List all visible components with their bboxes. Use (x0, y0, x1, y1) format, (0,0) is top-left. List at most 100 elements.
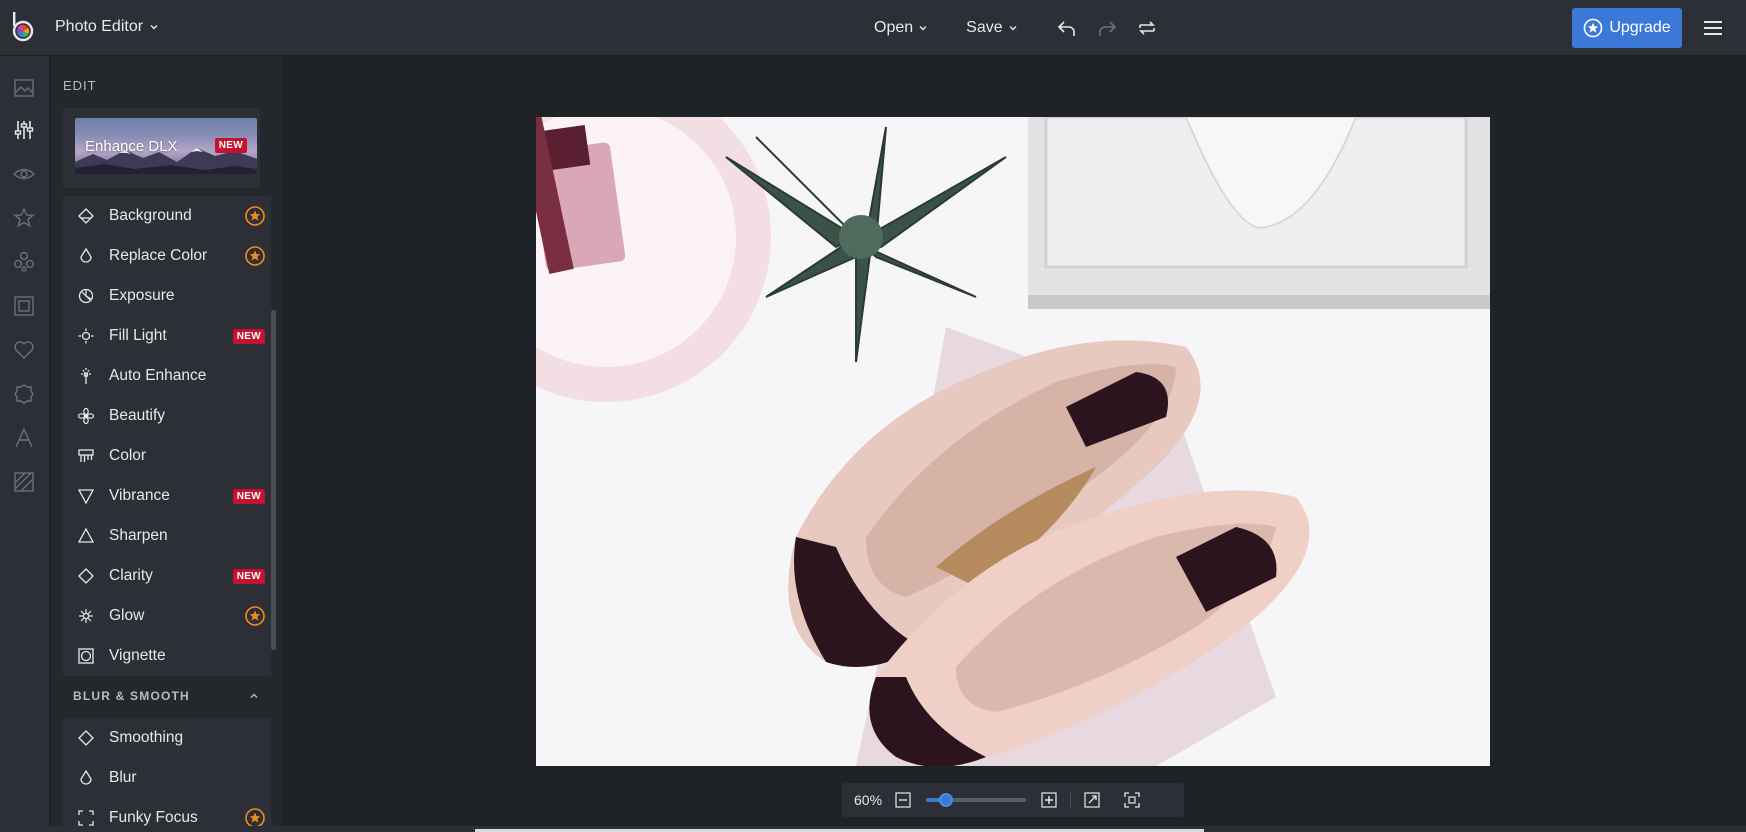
upgrade-button[interactable]: Upgrade (1572, 8, 1682, 48)
sparkle-icon (79, 609, 93, 623)
enhance-dlx-button[interactable]: Enhance DLX NEW (75, 118, 257, 174)
tool-label: Clarity (109, 567, 153, 584)
save-label: Save (966, 19, 1003, 36)
triangle-down-icon (77, 489, 95, 505)
tool-label: Smoothing (109, 729, 184, 746)
blur-tool-list: Smoothing Blur Funky Focus (63, 718, 271, 826)
fit-screen-icon[interactable] (1123, 791, 1141, 809)
drop-icon (80, 769, 92, 785)
tool-sharpen[interactable]: Sharpen (63, 516, 271, 556)
zoom-value: 60% (854, 792, 883, 808)
star-badge-icon (1584, 18, 1603, 38)
tool-label: Glow (109, 607, 145, 624)
edit-panel: EDIT Enhance DLX NEW Background Replace … (51, 56, 281, 826)
tool-label: Fill Light (109, 327, 167, 344)
background-icon (78, 208, 94, 224)
zoom-out-icon[interactable] (894, 791, 912, 809)
drop-icon (80, 247, 92, 263)
tool-blur[interactable]: Blur (63, 758, 271, 798)
chevron-down-icon (1009, 26, 1017, 31)
frame-icon[interactable] (12, 294, 36, 318)
text-icon[interactable] (12, 426, 36, 450)
fit-expand-icon[interactable] (1083, 791, 1101, 809)
heart-icon[interactable] (12, 338, 36, 362)
image-icon[interactable] (12, 76, 36, 100)
new-badge: NEW (232, 329, 265, 344)
tool-vignette[interactable]: Vignette (63, 636, 271, 676)
light-icon (78, 328, 94, 344)
undo-icon[interactable] (1056, 17, 1078, 39)
tool-color[interactable]: Color (63, 436, 271, 476)
tool-label: Vibrance (109, 487, 170, 504)
file-tools: Open Save (874, 14, 1176, 42)
tool-label: Color (109, 447, 147, 464)
layers-icon[interactable] (12, 250, 36, 274)
top-bar: Photo Editor Open Save Upgrade (0, 0, 1746, 56)
enhance-card: Enhance DLX NEW (63, 108, 260, 188)
focus-icon (78, 810, 94, 826)
premium-star-icon (245, 206, 265, 226)
hamburger-menu-icon[interactable] (1702, 19, 1724, 37)
tool-funky-focus[interactable]: Funky Focus (63, 798, 271, 826)
open-label: Open (874, 19, 914, 36)
tool-label: Exposure (109, 287, 175, 304)
chevron-down-icon (150, 25, 158, 30)
diamond-icon (78, 568, 94, 584)
triangle-icon (77, 527, 95, 543)
panel-heading: EDIT (63, 78, 97, 93)
compare-icon[interactable] (1136, 17, 1158, 39)
zoom-in-icon[interactable] (1040, 791, 1058, 809)
tool-category-rail (0, 56, 50, 832)
photo-image (536, 117, 1490, 766)
chevron-down-icon (919, 26, 927, 31)
tool-label: Background (109, 207, 192, 224)
zoom-control: 60% (842, 783, 1184, 817)
section-label: BLUR & SMOOTH (73, 689, 190, 703)
tool-label: Funky Focus (109, 809, 198, 826)
tool-fill-light[interactable]: Fill Light NEW (63, 316, 271, 356)
tool-vibrance[interactable]: Vibrance NEW (63, 476, 271, 516)
texture-icon[interactable] (12, 470, 36, 494)
premium-star-icon (245, 808, 265, 826)
vignette-icon (78, 648, 94, 664)
tool-background[interactable]: Background (63, 196, 271, 236)
app-title: Photo Editor (55, 18, 144, 35)
new-badge: NEW (232, 569, 265, 584)
tool-label: Blur (109, 769, 137, 786)
badge-icon[interactable] (12, 382, 36, 406)
premium-star-icon (245, 246, 265, 266)
open-menu-button[interactable]: Open (874, 19, 928, 37)
new-badge: NEW (214, 138, 247, 153)
zoom-divider (1070, 791, 1071, 809)
panel-scrollbar[interactable] (271, 310, 276, 650)
upgrade-label: Upgrade (1609, 19, 1671, 36)
tool-clarity[interactable]: Clarity NEW (63, 556, 271, 596)
adjust-sliders-icon[interactable] (12, 118, 36, 142)
tool-smoothing[interactable]: Smoothing (63, 718, 271, 758)
tool-label: Beautify (109, 407, 166, 424)
tool-label: Vignette (109, 647, 166, 664)
tool-auto-enhance[interactable]: Auto Enhance (63, 356, 271, 396)
eye-icon[interactable] (12, 162, 36, 186)
tool-beautify[interactable]: Beautify (63, 396, 271, 436)
tool-label: Sharpen (109, 527, 168, 544)
tool-label: Replace Color (109, 247, 208, 264)
premium-star-icon (245, 606, 265, 626)
palette-icon (78, 449, 94, 462)
photo-canvas[interactable] (536, 117, 1490, 766)
zoom-slider[interactable] (926, 793, 1026, 807)
app-logo[interactable] (10, 12, 36, 42)
wand-icon (81, 368, 91, 384)
zoom-slider-thumb[interactable] (939, 793, 953, 807)
tool-exposure[interactable]: Exposure (63, 276, 271, 316)
star-icon[interactable] (12, 206, 36, 230)
enhance-dlx-label: Enhance DLX (85, 138, 178, 155)
blur-smooth-section-toggle[interactable]: BLUR & SMOOTH (63, 676, 271, 716)
tool-glow[interactable]: Glow (63, 596, 271, 636)
exposure-icon (78, 288, 94, 304)
redo-icon[interactable] (1096, 17, 1118, 39)
app-title-dropdown[interactable]: Photo Editor (55, 18, 159, 36)
save-menu-button[interactable]: Save (966, 19, 1017, 37)
tool-replace-color[interactable]: Replace Color (63, 236, 271, 276)
edit-tool-list: Background Replace Color Exposure Fill L… (63, 196, 271, 676)
